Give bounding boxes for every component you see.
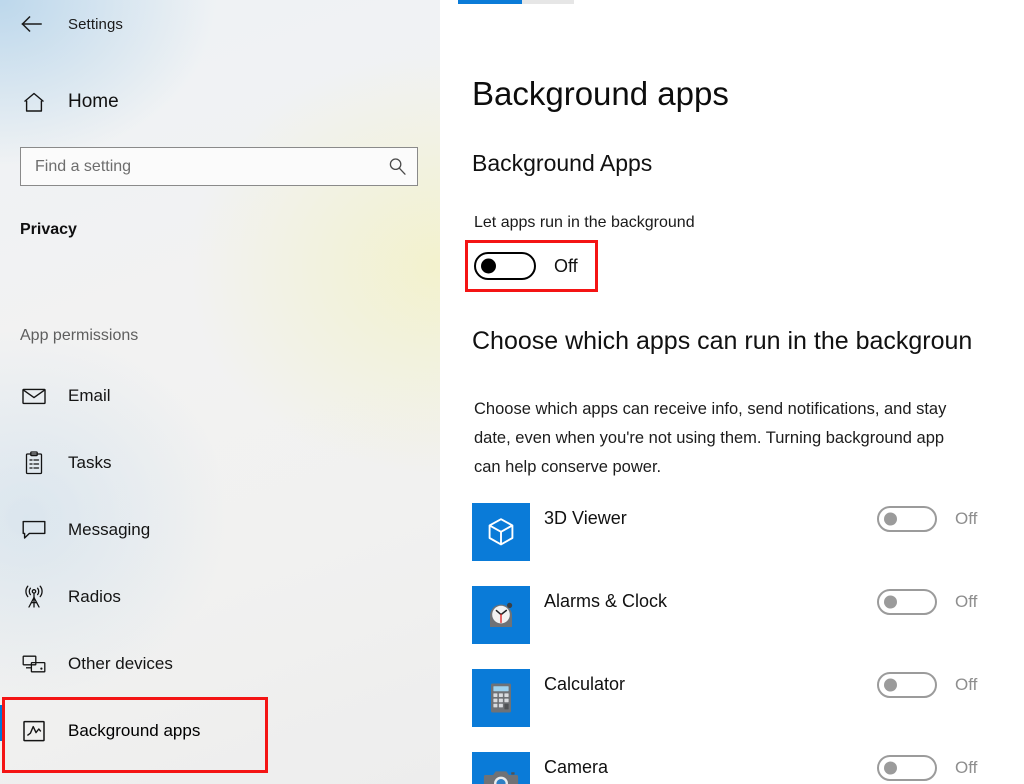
sidebar-item-email[interactable]: Email	[0, 373, 440, 419]
app-name: Alarms & Clock	[544, 591, 668, 611]
toggle-knob	[884, 512, 897, 526]
toggle-state-label: Off	[955, 592, 978, 611]
sidebar-section-title: Privacy	[20, 221, 77, 238]
sidebar: Settings Home Find a setting Privacy App…	[0, 0, 440, 784]
let-apps-run-toggle[interactable]: Off	[474, 252, 578, 280]
back-button[interactable]	[10, 8, 54, 40]
sidebar-item-radios[interactable]: Radios	[0, 574, 440, 620]
toggle-switch[interactable]	[877, 589, 937, 615]
list-item[interactable]: Calculator Off	[440, 661, 1024, 744]
toggle-knob	[884, 761, 897, 775]
window-titlebar: Settings	[0, 0, 440, 48]
cube-icon	[488, 518, 514, 546]
camera-icon	[483, 771, 519, 784]
sidebar-item-tasks-label: Tasks	[68, 453, 112, 472]
toggle-switch[interactable]	[877, 755, 937, 781]
toggle-switch[interactable]	[877, 506, 937, 532]
sidebar-item-other-devices[interactable]: Other devices	[0, 641, 440, 687]
choose-apps-heading: Choose which apps can run in the backgro…	[472, 327, 973, 355]
toggle-state-label: Off	[554, 255, 578, 276]
list-item[interactable]: Camera Off	[440, 744, 1024, 784]
app-name: 3D Viewer	[544, 508, 627, 528]
sidebar-item-other-devices-label: Other devices	[68, 654, 173, 673]
toggle-state-label: Off	[955, 509, 978, 528]
sub-heading: Background Apps	[472, 150, 653, 176]
sidebar-item-home[interactable]: Home	[0, 82, 440, 122]
sidebar-item-home-label: Home	[68, 91, 119, 112]
app-title: Settings	[68, 15, 123, 33]
toggle-knob	[481, 258, 496, 274]
app-name: Camera	[544, 757, 609, 777]
app-tile-camera	[472, 752, 530, 784]
app-tile-3d-viewer	[472, 503, 530, 561]
home-icon	[14, 92, 54, 113]
toggle-switch[interactable]	[474, 252, 536, 280]
top-progress-fill[interactable]	[458, 0, 522, 4]
choose-apps-description: Choose which apps can receive info, send…	[474, 400, 947, 476]
sidebar-item-tasks[interactable]: Tasks	[0, 440, 440, 486]
search-box[interactable]	[20, 147, 418, 186]
app-toggle-alarms-clock[interactable]: Off	[877, 589, 977, 615]
alarm-clock-icon	[490, 602, 513, 627]
devices-icon	[14, 654, 54, 674]
sidebar-item-radios-label: Radios	[68, 587, 121, 606]
toggle-state-label: Off	[955, 758, 978, 777]
toggle-knob	[884, 678, 897, 692]
chat-bubble-icon	[14, 520, 54, 540]
chart-window-icon	[14, 719, 54, 743]
sidebar-item-messaging[interactable]: Messaging	[0, 507, 440, 553]
app-tile-calculator	[472, 669, 530, 727]
page-title: Background apps	[472, 75, 729, 112]
search-input[interactable]	[21, 148, 377, 185]
envelope-icon	[14, 387, 54, 405]
app-toggle-3d-viewer[interactable]: Off	[877, 506, 977, 532]
sidebar-item-background-apps-label: Background apps	[68, 721, 201, 740]
calculator-icon	[491, 683, 511, 713]
list-item[interactable]: Alarms & Clock Off	[440, 578, 1024, 661]
background-apps-list: 3D Viewer Off Alarms & Clock Off Calcula…	[440, 495, 1024, 784]
radio-tower-icon	[14, 585, 54, 609]
toggle-switch[interactable]	[877, 672, 937, 698]
toggle-state-label: Off	[955, 675, 978, 694]
toggle-knob	[884, 595, 897, 609]
search-icon[interactable]	[377, 148, 417, 185]
app-toggle-calculator[interactable]: Off	[877, 672, 977, 698]
main-content: Background apps Background Apps Let apps…	[440, 0, 1024, 784]
sidebar-item-messaging-label: Messaging	[68, 520, 151, 539]
app-tile-alarms-clock	[472, 586, 530, 644]
sidebar-item-background-apps[interactable]: Background apps	[0, 708, 440, 754]
app-name: Calculator	[544, 674, 626, 694]
settings-window: Settings Home Find a setting Privacy App…	[0, 0, 1024, 784]
clipboard-icon	[14, 451, 54, 475]
sidebar-group-label: App permissions	[20, 327, 139, 344]
sidebar-item-email-label: Email	[68, 386, 111, 405]
list-item[interactable]: 3D Viewer Off	[440, 495, 1024, 578]
app-toggle-camera[interactable]: Off	[877, 755, 977, 781]
let-apps-run-caption: Let apps run in the background	[474, 214, 695, 231]
